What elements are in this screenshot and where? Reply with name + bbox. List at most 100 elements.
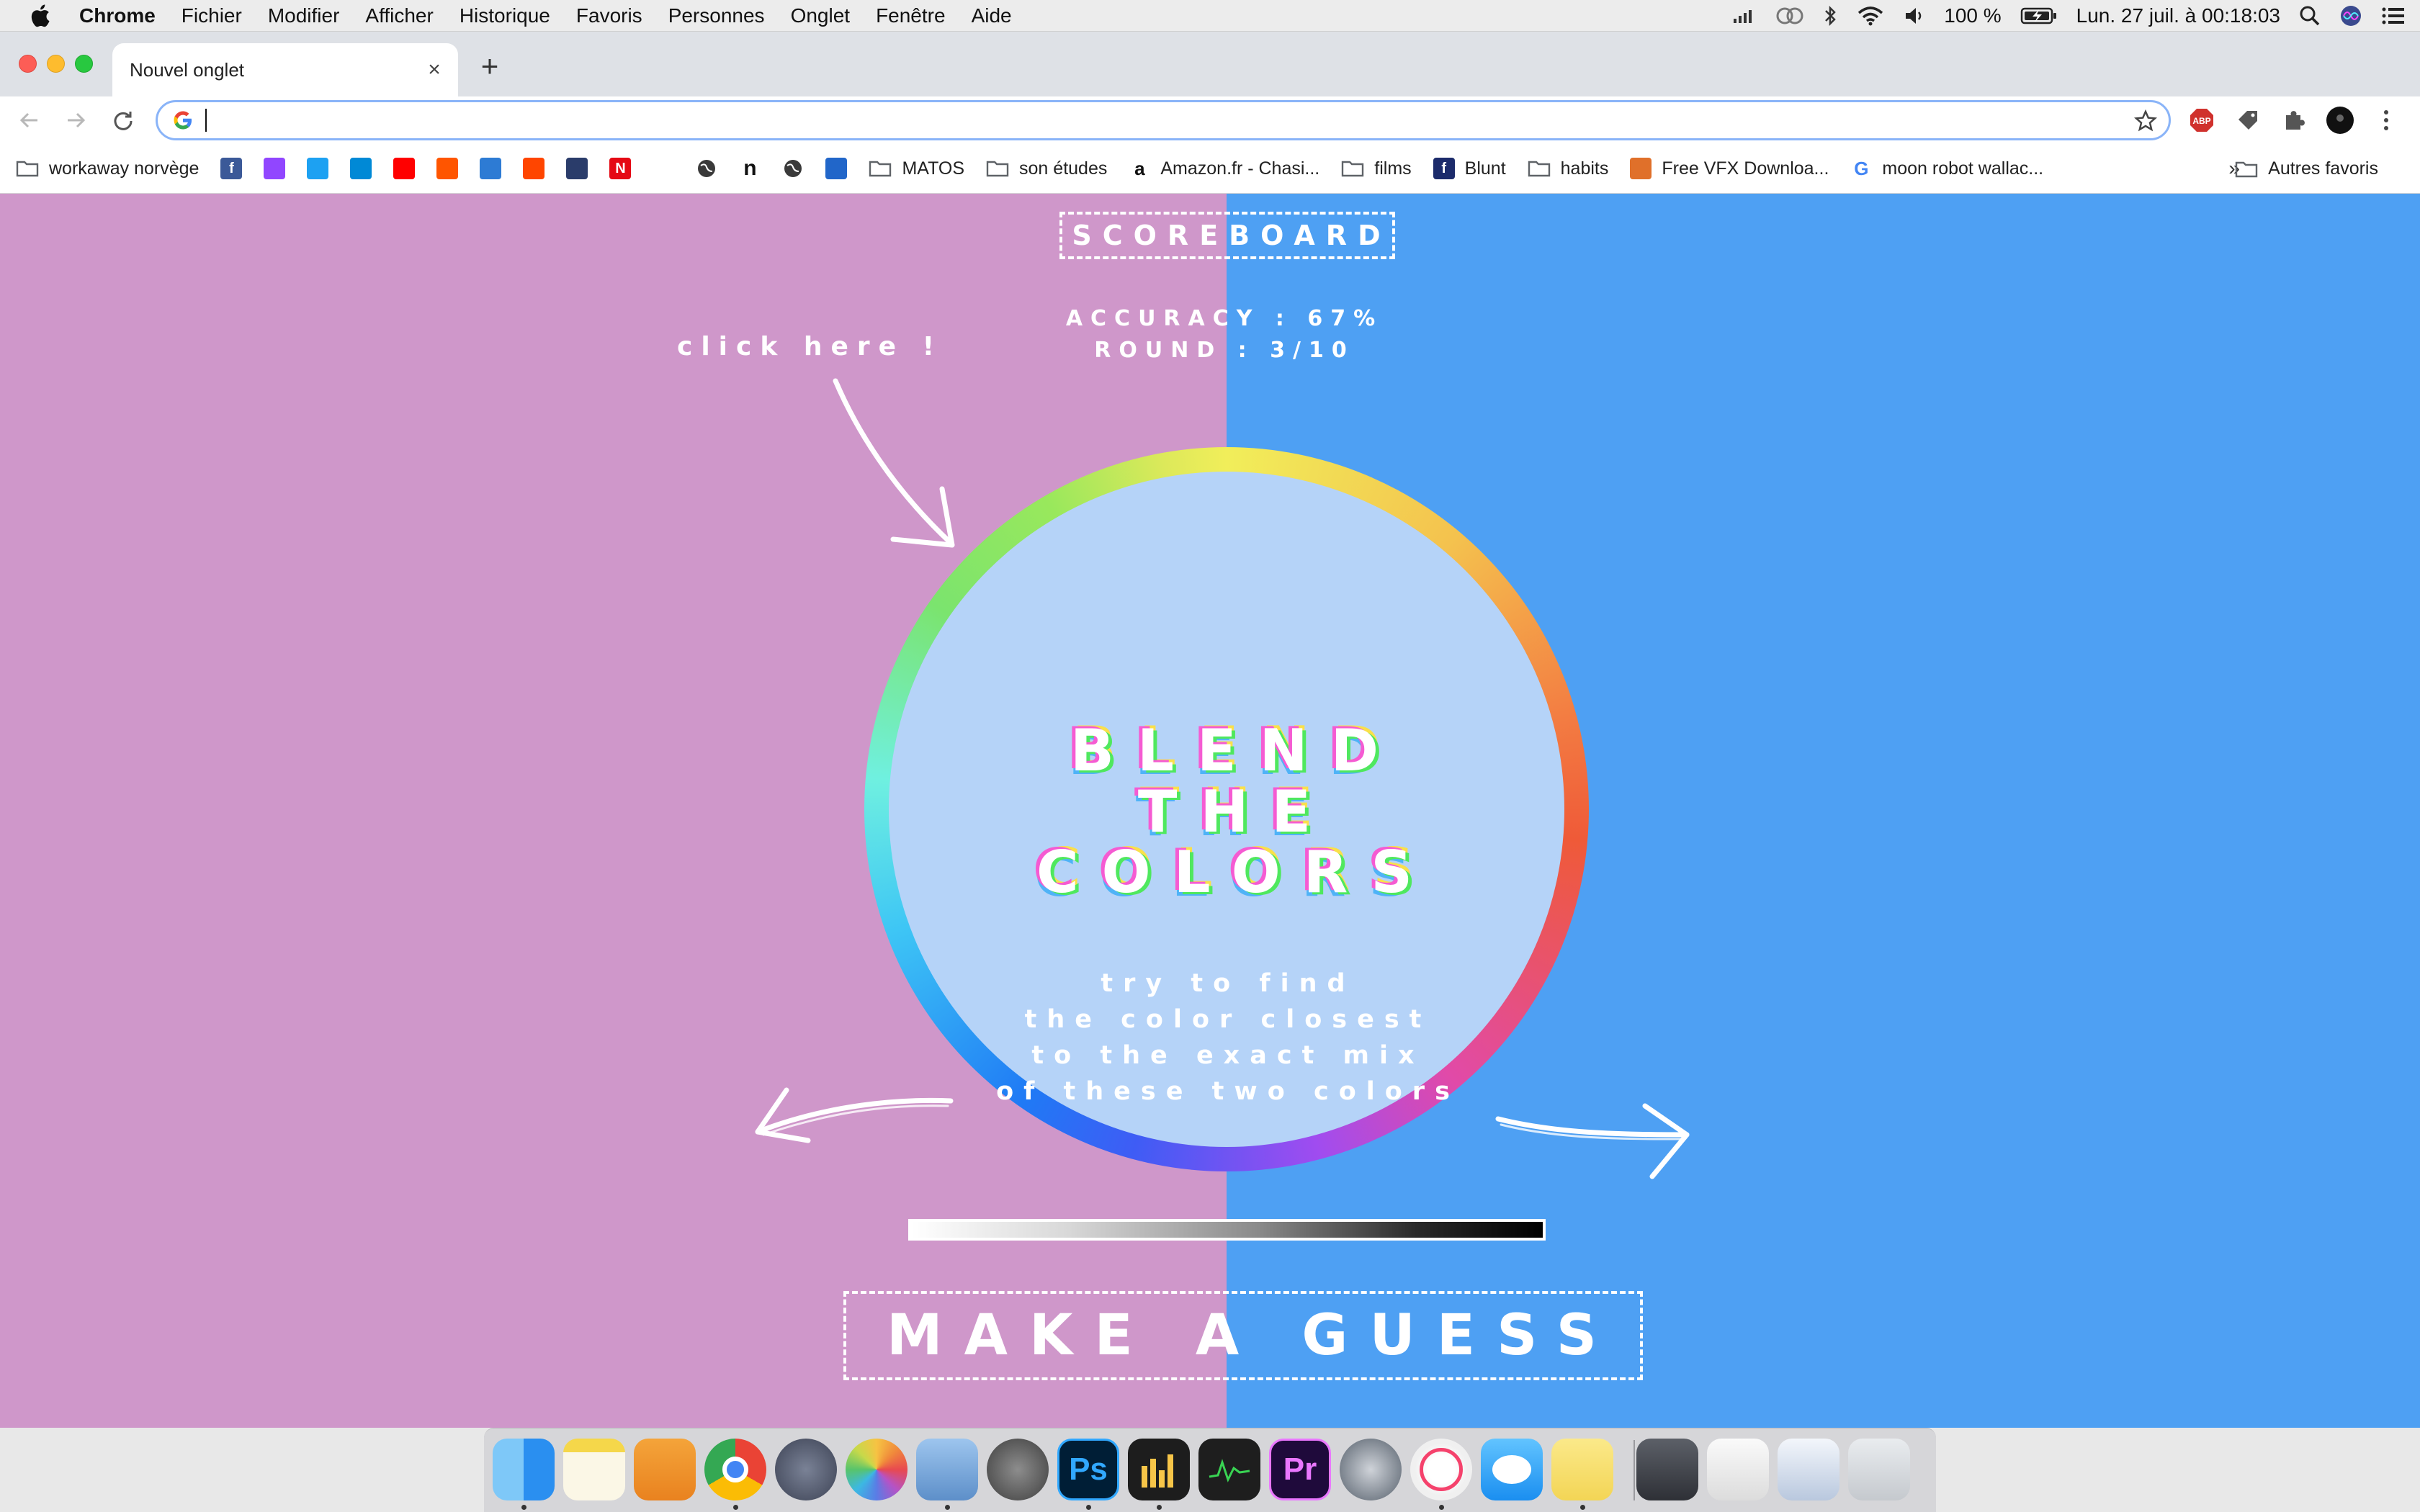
minimize-window-button[interactable] (47, 55, 65, 73)
menu-afficher[interactable]: Afficher (365, 4, 433, 27)
bookmark-item[interactable] (653, 158, 675, 179)
apple-icon[interactable] (29, 4, 50, 28)
bookmark-item[interactable] (393, 158, 416, 179)
tab-new-tab[interactable]: Nouvel onglet × (112, 43, 458, 96)
address-input[interactable] (207, 109, 2079, 132)
stickies-icon[interactable] (1551, 1439, 1613, 1500)
bookmark-item[interactable] (566, 158, 588, 179)
bookmark-item[interactable] (782, 158, 804, 179)
bookmark-item[interactable]: n (739, 156, 761, 180)
menu-onglet[interactable]: Onglet (791, 4, 851, 27)
bookmark-item[interactable]: habits (1528, 158, 1609, 179)
menu-fenetre[interactable]: Fenêtre (876, 4, 946, 27)
round-readout: ROUND : 3/10 (1094, 338, 1355, 363)
bookmark-item[interactable]: N (609, 158, 632, 179)
menu-bar: Chrome Fichier Modifier Afficher Histori… (0, 0, 2420, 32)
menu-fichier[interactable]: Fichier (182, 4, 242, 27)
bookmark-item[interactable] (696, 158, 717, 179)
extensions-button[interactable] (2279, 105, 2309, 135)
window-stack-icon[interactable] (1778, 1439, 1839, 1500)
bookmark-item[interactable] (264, 158, 286, 179)
trash-icon[interactable] (1848, 1439, 1910, 1500)
bus-icon (825, 158, 848, 179)
audio-app-icon[interactable] (1128, 1439, 1190, 1500)
preview-icon[interactable] (916, 1439, 978, 1500)
profile-avatar[interactable] (2325, 105, 2355, 135)
spotlight-search-icon[interactable] (2299, 5, 2321, 27)
notes-icon[interactable] (563, 1439, 625, 1500)
new-tab-button[interactable]: + (475, 51, 504, 81)
menu-aide[interactable]: Aide (972, 4, 1012, 27)
bookmark-item[interactable]: films (1341, 158, 1412, 179)
make-a-guess-button[interactable]: MAKE A GUESS (843, 1291, 1643, 1380)
bookmark-item[interactable]: son études (986, 158, 1107, 179)
folder-stack-icon[interactable] (1636, 1439, 1698, 1500)
bookmark-item[interactable]: a Amazon.fr - Chasi... (1129, 158, 1319, 179)
finder-icon[interactable] (493, 1439, 555, 1500)
bookmark-item[interactable]: workaway norvège (16, 158, 199, 179)
tab-close-icon[interactable]: × (424, 59, 445, 81)
siri-icon[interactable] (2339, 4, 2362, 27)
reddit-icon (523, 158, 545, 179)
folder-icon (1342, 161, 1364, 177)
bluetooth-icon[interactable] (1823, 5, 1837, 27)
chrome-menu-button[interactable] (2371, 105, 2401, 135)
launchpad-icon[interactable] (775, 1439, 837, 1500)
itunes-icon[interactable] (1410, 1439, 1472, 1500)
menu-personnes[interactable]: Personnes (668, 4, 765, 27)
title-line-the: THE (1137, 778, 1335, 845)
bookmark-item[interactable] (825, 158, 848, 179)
menu-app-name[interactable]: Chrome (79, 4, 156, 27)
bookmark-item[interactable] (350, 158, 372, 179)
wifi-icon[interactable] (1856, 5, 1885, 27)
music-file-icon[interactable] (1707, 1439, 1769, 1500)
other-bookmarks-folder[interactable]: Autres favoris (2235, 144, 2378, 194)
tab-strip: Nouvel onglet × + (0, 32, 2420, 96)
menu-historique[interactable]: Historique (460, 4, 550, 27)
messages-icon[interactable] (1481, 1439, 1543, 1500)
bookmark-item[interactable]: Gmoon robot wallac... (1850, 158, 2043, 179)
disk-utility-icon[interactable] (1340, 1439, 1402, 1500)
arrow-left-icon (755, 1087, 954, 1143)
activity-monitor-icon[interactable] (1198, 1439, 1260, 1500)
pages-icon[interactable] (634, 1439, 696, 1500)
menu-favoris[interactable]: Favoris (576, 4, 642, 27)
bookmark-item[interactable] (307, 158, 329, 179)
notification-center-icon[interactable] (2381, 6, 2406, 26)
photos-icon[interactable] (846, 1439, 908, 1500)
fullscreen-window-button[interactable] (75, 55, 93, 73)
clock[interactable]: Lun. 27 juil. à 00:18:03 (2076, 4, 2280, 27)
bookmark-item[interactable]: MATOS (869, 158, 964, 179)
bookmark-item[interactable]: f Blunt (1433, 158, 1506, 179)
tag-extension-button[interactable] (2233, 105, 2263, 135)
close-window-button[interactable] (19, 55, 37, 73)
volume-icon[interactable] (1904, 6, 1925, 26)
bookmark-item[interactable] (523, 158, 545, 179)
premiere-icon[interactable]: Pr (1269, 1439, 1331, 1500)
bookmark-item[interactable]: f (220, 158, 243, 179)
bookmark-item[interactable]: Free VFX Downloa... (1630, 158, 1829, 179)
google-icon: G (1850, 158, 1873, 179)
forward-button[interactable] (60, 105, 91, 135)
back-button[interactable] (14, 105, 45, 135)
adblock-extension-button[interactable]: ABP (2187, 105, 2217, 135)
bookmark-item[interactable] (436, 158, 459, 179)
bookmark-label: habits (1560, 158, 1609, 179)
bookmark-item[interactable] (480, 158, 502, 179)
scoreboard-button[interactable]: SCOREBOARD (1059, 212, 1395, 259)
battery-percent[interactable]: 100 % (1944, 4, 2001, 27)
photoshop-icon[interactable]: Ps (1057, 1439, 1119, 1500)
system-preferences-icon[interactable] (987, 1439, 1049, 1500)
running-indicator (1580, 1505, 1585, 1510)
chrome-icon[interactable] (704, 1439, 766, 1500)
bookmark-star-icon[interactable] (2134, 109, 2157, 132)
google-g-icon (174, 111, 192, 130)
creative-cloud-icon[interactable] (1775, 6, 1804, 25)
netflix-icon: N (609, 158, 632, 179)
network-meter-icon[interactable] (1732, 7, 1757, 24)
shade-slider[interactable] (908, 1219, 1546, 1241)
battery-icon[interactable] (2020, 6, 2058, 25)
menu-modifier[interactable]: Modifier (268, 4, 340, 27)
reload-button[interactable] (108, 105, 138, 135)
address-bar[interactable] (156, 100, 2171, 140)
